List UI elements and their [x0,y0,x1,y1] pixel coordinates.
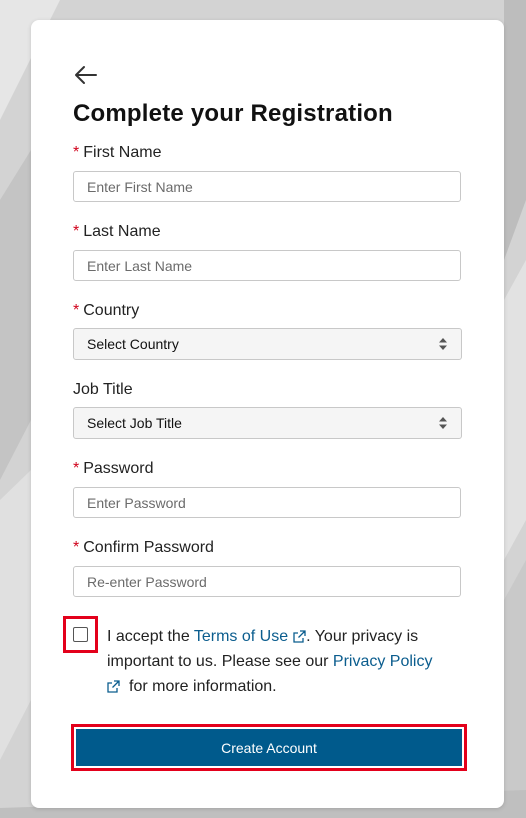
arrow-left-icon[interactable] [74,64,98,86]
job-title-label: Job Title [73,381,133,399]
password-label-text: Password [83,460,154,477]
consent-text-3: for more information. [129,678,277,695]
country-select[interactable]: Select Country [73,328,462,360]
external-link-icon[interactable] [293,630,306,643]
sort-caret-icon [439,338,447,350]
terms-of-use-link[interactable]: Terms of Use [194,628,288,645]
confirm-password-input[interactable] [73,566,461,597]
password-label: * Password [73,460,153,478]
country-label: * Country [73,302,139,320]
page-title: Complete your Registration [73,100,393,127]
job-title-select-value: Select Job Title [87,415,182,431]
password-input[interactable] [73,487,461,518]
sort-caret-icon [439,417,447,429]
required-marker: * [73,460,80,477]
required-marker: * [73,144,80,161]
last-name-input[interactable] [73,250,461,281]
terms-checkbox-highlight [63,616,98,653]
confirm-password-label: * Confirm Password [73,539,214,557]
first-name-label: * First Name [73,144,161,162]
job-title-select[interactable]: Select Job Title [73,407,462,439]
privacy-policy-link[interactable]: Privacy Policy [333,653,433,670]
job-title-label-text: Job Title [73,381,133,398]
terms-consent-text: I accept the Terms of Use. Your privacy … [107,624,457,699]
required-marker: * [73,223,80,240]
first-name-input[interactable] [73,171,461,202]
external-link-icon[interactable] [107,680,120,693]
required-marker: * [73,302,80,319]
consent-text-1: I accept the [107,628,194,645]
required-marker: * [73,539,80,556]
create-account-button[interactable]: Create Account [76,729,462,766]
terms-checkbox[interactable] [73,627,88,642]
country-select-value: Select Country [87,336,179,352]
last-name-label-text: Last Name [83,223,161,240]
country-label-text: Country [83,302,140,319]
create-account-highlight: Create Account [71,724,467,771]
last-name-label: * Last Name [73,223,161,241]
confirm-password-label-text: Confirm Password [83,539,214,556]
first-name-label-text: First Name [83,144,162,161]
